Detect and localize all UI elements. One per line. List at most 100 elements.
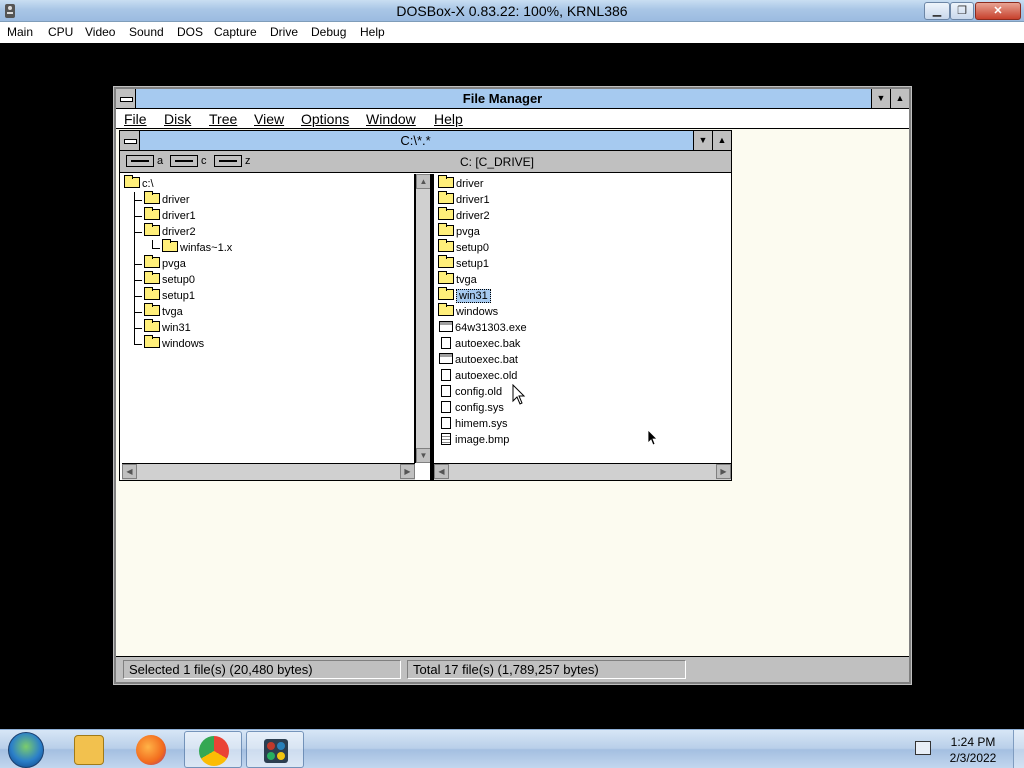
drive-c[interactable]: c <box>170 155 207 169</box>
fm-menu-disk[interactable]: Disk <box>164 111 191 127</box>
start-button[interactable] <box>8 732 44 768</box>
file-list-item[interactable]: config.sys <box>438 400 504 416</box>
child-minimize-arrow-icon[interactable]: ▼ <box>693 131 712 150</box>
fm-menu-options[interactable]: Options <box>301 111 349 127</box>
fm-menu-tree[interactable]: Tree <box>209 111 237 127</box>
folder-icon <box>144 191 160 204</box>
file-list-item[interactable]: autoexec.old <box>438 368 517 384</box>
file-list-item[interactable]: windows <box>438 303 498 320</box>
scroll-up-icon[interactable]: ▲ <box>416 174 431 189</box>
tree-item[interactable]: pvga <box>144 255 186 272</box>
menu-main[interactable]: Main <box>7 25 33 39</box>
fm-menu-help[interactable]: Help <box>434 111 463 127</box>
scroll-left-icon[interactable]: ◀ <box>434 464 449 479</box>
list-horizontal-scrollbar[interactable]: ◀ ▶ <box>434 463 731 480</box>
file-list-item[interactable]: driver2 <box>438 207 490 224</box>
folder-icon <box>144 223 160 236</box>
menu-sound[interactable]: Sound <box>129 25 164 39</box>
tree-connector <box>134 192 135 344</box>
folder-icon <box>438 175 454 188</box>
child-control-menu-box[interactable] <box>120 131 140 150</box>
file-list-item[interactable]: tvga <box>438 271 477 288</box>
scroll-down-icon[interactable]: ▼ <box>416 448 431 463</box>
file-list-item[interactable]: driver <box>438 175 484 192</box>
menu-dos[interactable]: DOS <box>177 25 203 39</box>
tree-item[interactable]: winfas~1.x <box>162 239 232 256</box>
taskbar-dosbox[interactable] <box>246 731 304 768</box>
drive-a[interactable]: a <box>126 155 163 169</box>
fm-menu-file[interactable]: File <box>124 111 147 127</box>
menu-debug[interactable]: Debug <box>311 25 346 39</box>
folder-icon <box>144 255 160 268</box>
minimize-arrow-icon[interactable]: ▼ <box>871 89 890 108</box>
file-list-item[interactable]: config.old <box>438 384 502 400</box>
drive-bar: a c z C: [C_DRIVE] <box>120 151 731 173</box>
file-manager-titlebar[interactable]: File Manager ▼ ▲ <box>116 89 909 109</box>
folder-icon <box>438 287 454 300</box>
folder-icon <box>438 191 454 204</box>
menu-drive[interactable]: Drive <box>270 25 298 39</box>
file-list-item[interactable]: win31 <box>438 287 491 304</box>
floppy-drive-icon <box>126 155 154 168</box>
maximize-arrow-icon[interactable]: ▲ <box>890 89 909 108</box>
directory-window: C:\*.* ▼ ▲ a c z C: [C_DRIVE] c:\ driver… <box>119 130 732 481</box>
tree-item[interactable]: driver <box>144 191 190 208</box>
fm-menu-window[interactable]: Window <box>366 111 416 127</box>
host-menubar: Main CPU Video Sound DOS Capture Drive D… <box>0 22 1024 43</box>
volume-label: C: [C_DRIVE] <box>460 155 535 169</box>
child-maximize-arrow-icon[interactable]: ▲ <box>712 131 731 150</box>
folder-icon <box>438 255 454 268</box>
tree-item[interactable]: win31 <box>144 319 191 336</box>
file-list-item[interactable]: image.bmp <box>438 432 509 448</box>
tree-item[interactable]: windows <box>144 335 204 352</box>
tree-item[interactable]: setup0 <box>144 271 195 288</box>
file-list-item[interactable]: 64w31303.exe <box>438 320 527 336</box>
network-icon[interactable] <box>915 741 931 755</box>
menu-help[interactable]: Help <box>360 25 385 39</box>
drive-z[interactable]: z <box>214 155 251 169</box>
hard-drive-icon <box>214 155 242 168</box>
file-list-item[interactable]: driver1 <box>438 191 490 208</box>
close-button[interactable]: ✕ <box>975 2 1021 20</box>
control-menu-box[interactable] <box>116 89 136 108</box>
maximize-button[interactable]: ❐ <box>950 2 974 20</box>
minimize-button[interactable]: ▁ <box>924 2 950 20</box>
file-list-item[interactable]: pvga <box>438 223 480 240</box>
file-list-item[interactable]: setup0 <box>438 239 489 256</box>
tree-pane[interactable]: c:\ driver driver1 driver2 winfas~1.x pvga se… <box>122 174 415 463</box>
folder-icon <box>438 207 454 220</box>
clock[interactable]: 1:24 PM 2/3/2022 <box>940 734 1006 766</box>
host-titlebar[interactable]: DOSBox-X 0.83.22: 100%, KRNL386 ▁ ❐ ✕ <box>0 0 1024 22</box>
show-desktop-button[interactable] <box>1013 730 1024 768</box>
tree-vertical-scrollbar[interactable]: ▲ ▼ <box>415 174 431 463</box>
folder-icon <box>144 319 160 332</box>
taskbar-chrome[interactable] <box>184 731 242 768</box>
file-list-item[interactable]: autoexec.bat <box>438 352 518 368</box>
taskbar-firefox[interactable] <box>122 731 180 768</box>
file-list-pane[interactable]: driver driver1 driver2 pvga setup0 setup1 tvga… <box>434 174 731 463</box>
scroll-left-icon[interactable]: ◀ <box>122 464 137 479</box>
tree-item[interactable]: tvga <box>144 303 183 320</box>
tree-item[interactable]: driver2 <box>144 223 196 240</box>
file-list-item[interactable]: autoexec.bak <box>438 336 520 352</box>
tree-item[interactable]: driver1 <box>144 207 196 224</box>
tree-item[interactable]: setup1 <box>144 287 195 304</box>
scroll-right-icon[interactable]: ▶ <box>400 464 415 479</box>
menu-video[interactable]: Video <box>85 25 115 39</box>
folder-icon <box>438 303 454 316</box>
menu-cpu[interactable]: CPU <box>48 25 73 39</box>
directory-title: C:\*.* <box>400 133 431 148</box>
fm-menu-view[interactable]: View <box>254 111 284 127</box>
menu-capture[interactable]: Capture <box>214 25 257 39</box>
chrome-icon <box>199 736 229 766</box>
status-bar: Selected 1 file(s) (20,480 bytes) Total … <box>116 656 909 682</box>
tree-root[interactable]: c:\ <box>124 175 154 192</box>
scroll-right-icon[interactable]: ▶ <box>716 464 731 479</box>
file-list-item[interactable]: himem.sys <box>438 416 508 432</box>
file-list-item[interactable]: setup1 <box>438 255 489 272</box>
directory-titlebar[interactable]: C:\*.* ▼ ▲ <box>120 131 731 151</box>
tree-horizontal-scrollbar[interactable]: ◀ ▶ <box>122 463 415 480</box>
document-icon <box>441 385 451 397</box>
status-selected: Selected 1 file(s) (20,480 bytes) <box>123 660 401 679</box>
taskbar-explorer[interactable] <box>60 731 118 768</box>
